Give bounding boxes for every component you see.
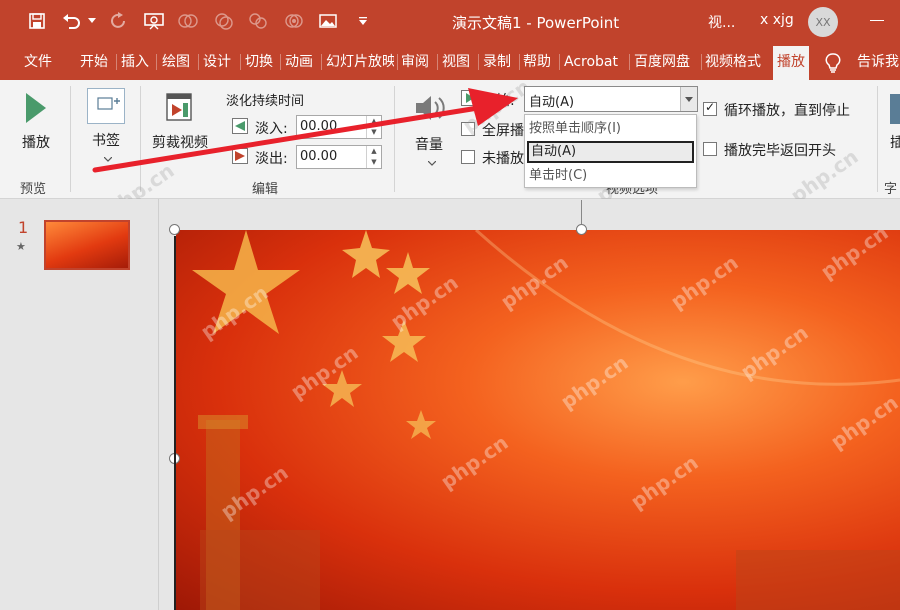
shape-fragment-icon[interactable] xyxy=(246,10,270,32)
tab-separator xyxy=(437,54,438,70)
tab-separator xyxy=(519,54,520,70)
group-separator xyxy=(70,86,71,192)
rewind-label: 播放完毕返回开头 xyxy=(724,143,836,159)
fade-out-icon xyxy=(232,148,248,168)
chevron-down-icon[interactable] xyxy=(427,156,437,171)
bookmark-button[interactable]: 书签 xyxy=(92,130,120,150)
tab-design[interactable]: 设计 xyxy=(203,44,231,80)
customize-toolbar-icon[interactable] xyxy=(356,10,370,32)
ribbon-playback: 播放 预览 书签 剪裁视频 淡化持续时间 淡入: 00.00 ▲ ▼ 淡出: 00… xyxy=(0,74,900,222)
shape-intersect-icon[interactable] xyxy=(282,10,306,32)
tab-tell-me[interactable]: 告诉我 xyxy=(857,44,900,80)
group-label-editing: 编辑 xyxy=(252,182,279,197)
volume-icon[interactable] xyxy=(413,92,449,128)
minimize-button[interactable] xyxy=(870,20,884,21)
hide-while-not-playing-label: 未播放 xyxy=(482,151,524,167)
tab-help[interactable]: 帮助 xyxy=(523,44,551,80)
tab-record[interactable]: 录制 xyxy=(483,44,511,80)
undo-icon[interactable] xyxy=(60,10,84,32)
hide-while-not-playing-checkbox[interactable] xyxy=(461,150,475,164)
tab-video-format[interactable]: 视频格式 xyxy=(705,44,761,80)
shape-union-icon[interactable] xyxy=(176,10,200,32)
stepper-arrows-icon[interactable]: ▲ ▼ xyxy=(366,146,381,168)
tab-separator xyxy=(629,54,630,70)
group-separator xyxy=(394,86,395,192)
play-button[interactable]: 播放 xyxy=(22,132,50,152)
selection-border-left xyxy=(174,236,176,610)
tab-separator xyxy=(240,54,241,70)
presentation-icon[interactable] xyxy=(142,10,166,32)
option-automatically[interactable]: 自动(A) xyxy=(527,141,694,163)
tab-view[interactable]: 视图 xyxy=(442,44,470,80)
tab-separator xyxy=(397,54,398,70)
user-name[interactable]: x xjg xyxy=(760,12,794,28)
tab-file[interactable]: 文件 xyxy=(24,44,52,80)
rotate-handle-line xyxy=(581,200,582,224)
group-separator xyxy=(877,86,878,192)
resize-handle-top[interactable] xyxy=(576,224,587,235)
tab-slideshow[interactable]: 幻灯片放映 xyxy=(326,44,394,80)
fade-out-value: 00.00 xyxy=(300,149,338,164)
fade-out-label: 淡出: xyxy=(255,151,288,167)
lightbulb-icon[interactable] xyxy=(824,44,846,80)
tab-home[interactable]: 开始 xyxy=(80,44,108,80)
dropdown-arrow-icon[interactable] xyxy=(680,87,697,111)
tab-draw[interactable]: 绘图 xyxy=(162,44,190,80)
resize-handle-top-left[interactable] xyxy=(169,224,180,235)
tab-separator xyxy=(156,54,157,70)
tab-separator xyxy=(559,54,560,70)
stepper-arrows-icon[interactable]: ▲ ▼ xyxy=(366,116,381,138)
avatar[interactable]: XX xyxy=(808,7,838,37)
play-icon[interactable] xyxy=(24,92,48,128)
start-select-value: 自动(A) xyxy=(529,95,575,110)
tab-separator xyxy=(478,54,479,70)
tab-playback[interactable]: 播放 xyxy=(773,46,809,80)
option-on-click-sequence[interactable]: 按照单击顺序(I) xyxy=(527,118,694,140)
insert-captions-icon[interactable] xyxy=(890,94,900,124)
start-dropdown-menu: 按照单击顺序(I) 自动(A) 单击时(C) xyxy=(524,114,697,188)
tab-insert[interactable]: 插入 xyxy=(121,44,149,80)
fade-duration-heading: 淡化持续时间 xyxy=(226,94,305,109)
slide-thumbnail[interactable] xyxy=(44,220,130,270)
chevron-down-icon[interactable] xyxy=(103,152,113,167)
redo-icon[interactable] xyxy=(108,10,130,32)
video-tools-label: 视... xyxy=(708,15,736,31)
fade-in-icon xyxy=(232,118,248,138)
trim-video-icon[interactable] xyxy=(164,90,194,128)
title-bar: 演示文稿1 - PowerPoint 视... x xjg XX xyxy=(0,0,900,44)
picture-icon[interactable] xyxy=(316,10,340,32)
insert-captions-button[interactable]: 插 xyxy=(890,132,900,152)
tab-baidu-netdisk[interactable]: 百度网盘 xyxy=(634,44,690,80)
group-label-preview: 预览 xyxy=(20,182,47,197)
transition-star-icon: ★ xyxy=(16,240,26,253)
volume-button[interactable]: 音量 xyxy=(415,134,443,154)
save-icon[interactable] xyxy=(26,10,48,32)
fade-in-stepper[interactable]: 00.00 ▲ ▼ xyxy=(296,115,382,139)
tab-animations[interactable]: 动画 xyxy=(285,44,313,80)
bookmark-icon[interactable] xyxy=(87,88,125,124)
fade-in-value: 00.00 xyxy=(300,119,338,134)
tab-separator xyxy=(701,54,702,70)
tab-review[interactable]: 审阅 xyxy=(401,44,429,80)
tab-separator xyxy=(280,54,281,70)
option-when-clicked[interactable]: 单击时(C) xyxy=(527,165,694,187)
start-select[interactable]: 自动(A) xyxy=(524,86,698,112)
fade-out-stepper[interactable]: 00.00 ▲ ▼ xyxy=(296,145,382,169)
tab-separator xyxy=(116,54,117,70)
loop-checkbox[interactable] xyxy=(703,100,717,116)
fade-in-label: 淡入: xyxy=(255,121,288,137)
tab-transitions[interactable]: 切换 xyxy=(245,44,273,80)
undo-dropdown-icon[interactable] xyxy=(86,10,98,32)
slide-canvas[interactable]: php.cn php.cn php.cn php.cn php.cn php.c… xyxy=(176,230,900,610)
rewind-checkbox[interactable] xyxy=(703,142,717,156)
ribbon-tabs: 文件 开始 插入 绘图 设计 切换 动画 幻灯片放映 审阅 视图 录制 帮助 A… xyxy=(0,44,900,80)
tab-separator xyxy=(198,54,199,70)
document-title: 演示文稿1 - PowerPoint xyxy=(452,14,620,32)
tab-acrobat[interactable]: Acrobat xyxy=(564,44,618,80)
trim-video-button[interactable]: 剪裁视频 xyxy=(152,132,208,152)
shape-combine-icon[interactable] xyxy=(212,10,236,32)
loop-label: 循环播放，直到停止 xyxy=(724,103,850,119)
slide-number: 1 xyxy=(18,218,29,237)
tab-separator xyxy=(321,54,322,70)
